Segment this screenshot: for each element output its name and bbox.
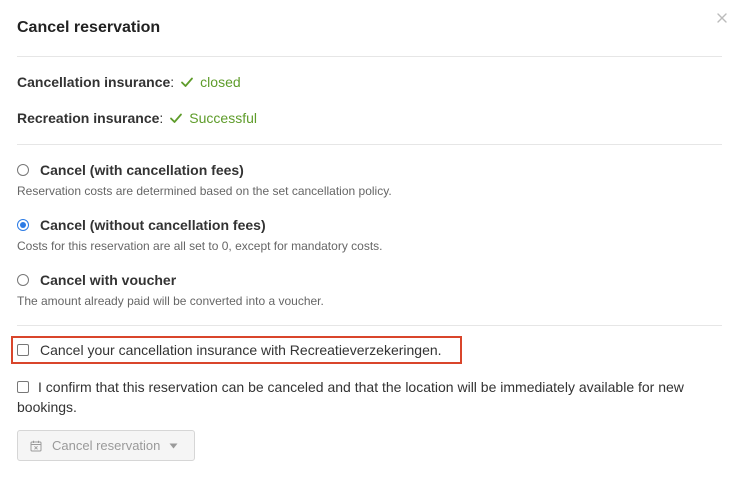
cancel-insurance-label[interactable]: Cancel your cancellation insurance with … — [40, 342, 442, 358]
recreation-insurance-row: Recreation insurance: Successful — [17, 110, 257, 126]
cancellation-insurance-row: Cancellation insurance: closed — [17, 74, 241, 90]
confirm-label[interactable]: I confirm that this reservation can be c… — [17, 379, 684, 415]
options-divider — [17, 325, 722, 326]
cancellation-insurance-label: Cancellation insurance — [17, 74, 171, 90]
option-description: Reservation costs are determined based o… — [17, 184, 392, 198]
cancellation-insurance-status: closed — [200, 74, 241, 90]
option-label[interactable]: Cancel with voucher — [40, 272, 176, 288]
cancel-insurance-checkbox-row[interactable]: Cancel your cancellation insurance with … — [17, 342, 442, 358]
cancel-reservation-button[interactable]: Cancel reservation — [17, 430, 195, 461]
cancel-reservation-button-label[interactable]: Cancel reservation — [52, 438, 160, 453]
radio-with-fees[interactable] — [17, 164, 29, 176]
option-description: The amount already paid will be converte… — [17, 294, 324, 308]
modal-title: Cancel reservation — [17, 19, 161, 36]
recreation-insurance-label: Recreation insurance — [17, 110, 160, 126]
caret-down-icon[interactable] — [169, 443, 178, 449]
header-divider — [17, 56, 722, 57]
checkmark-icon — [181, 77, 194, 87]
option-description: Costs for this reservation are all set t… — [17, 239, 383, 253]
checkmark-icon — [170, 113, 183, 123]
option-label[interactable]: Cancel (without cancellation fees) — [40, 217, 266, 233]
confirm-checkbox[interactable] — [17, 381, 29, 393]
option-label[interactable]: Cancel (with cancellation fees) — [40, 162, 244, 178]
close-icon[interactable] — [712, 8, 732, 28]
confirm-checkbox-row[interactable]: I confirm that this reservation can be c… — [17, 377, 722, 417]
cancel-reservation-modal: Cancel reservation Cancellation insuranc… — [0, 0, 739, 478]
option-with-fees[interactable]: Cancel (with cancellation fees) Reservat… — [17, 161, 722, 198]
recreation-insurance-status: Successful — [189, 110, 257, 126]
label-separator: : — [170, 74, 175, 90]
insurance-divider — [17, 144, 722, 145]
label-separator: : — [159, 110, 164, 126]
option-without-fees[interactable]: Cancel (without cancellation fees) Costs… — [17, 216, 722, 253]
calendar-x-icon — [30, 440, 42, 451]
option-voucher[interactable]: Cancel with voucher The amount already p… — [17, 271, 722, 308]
radio-without-fees[interactable] — [17, 219, 29, 231]
radio-voucher[interactable] — [17, 274, 29, 286]
cancel-insurance-checkbox[interactable] — [17, 344, 29, 356]
